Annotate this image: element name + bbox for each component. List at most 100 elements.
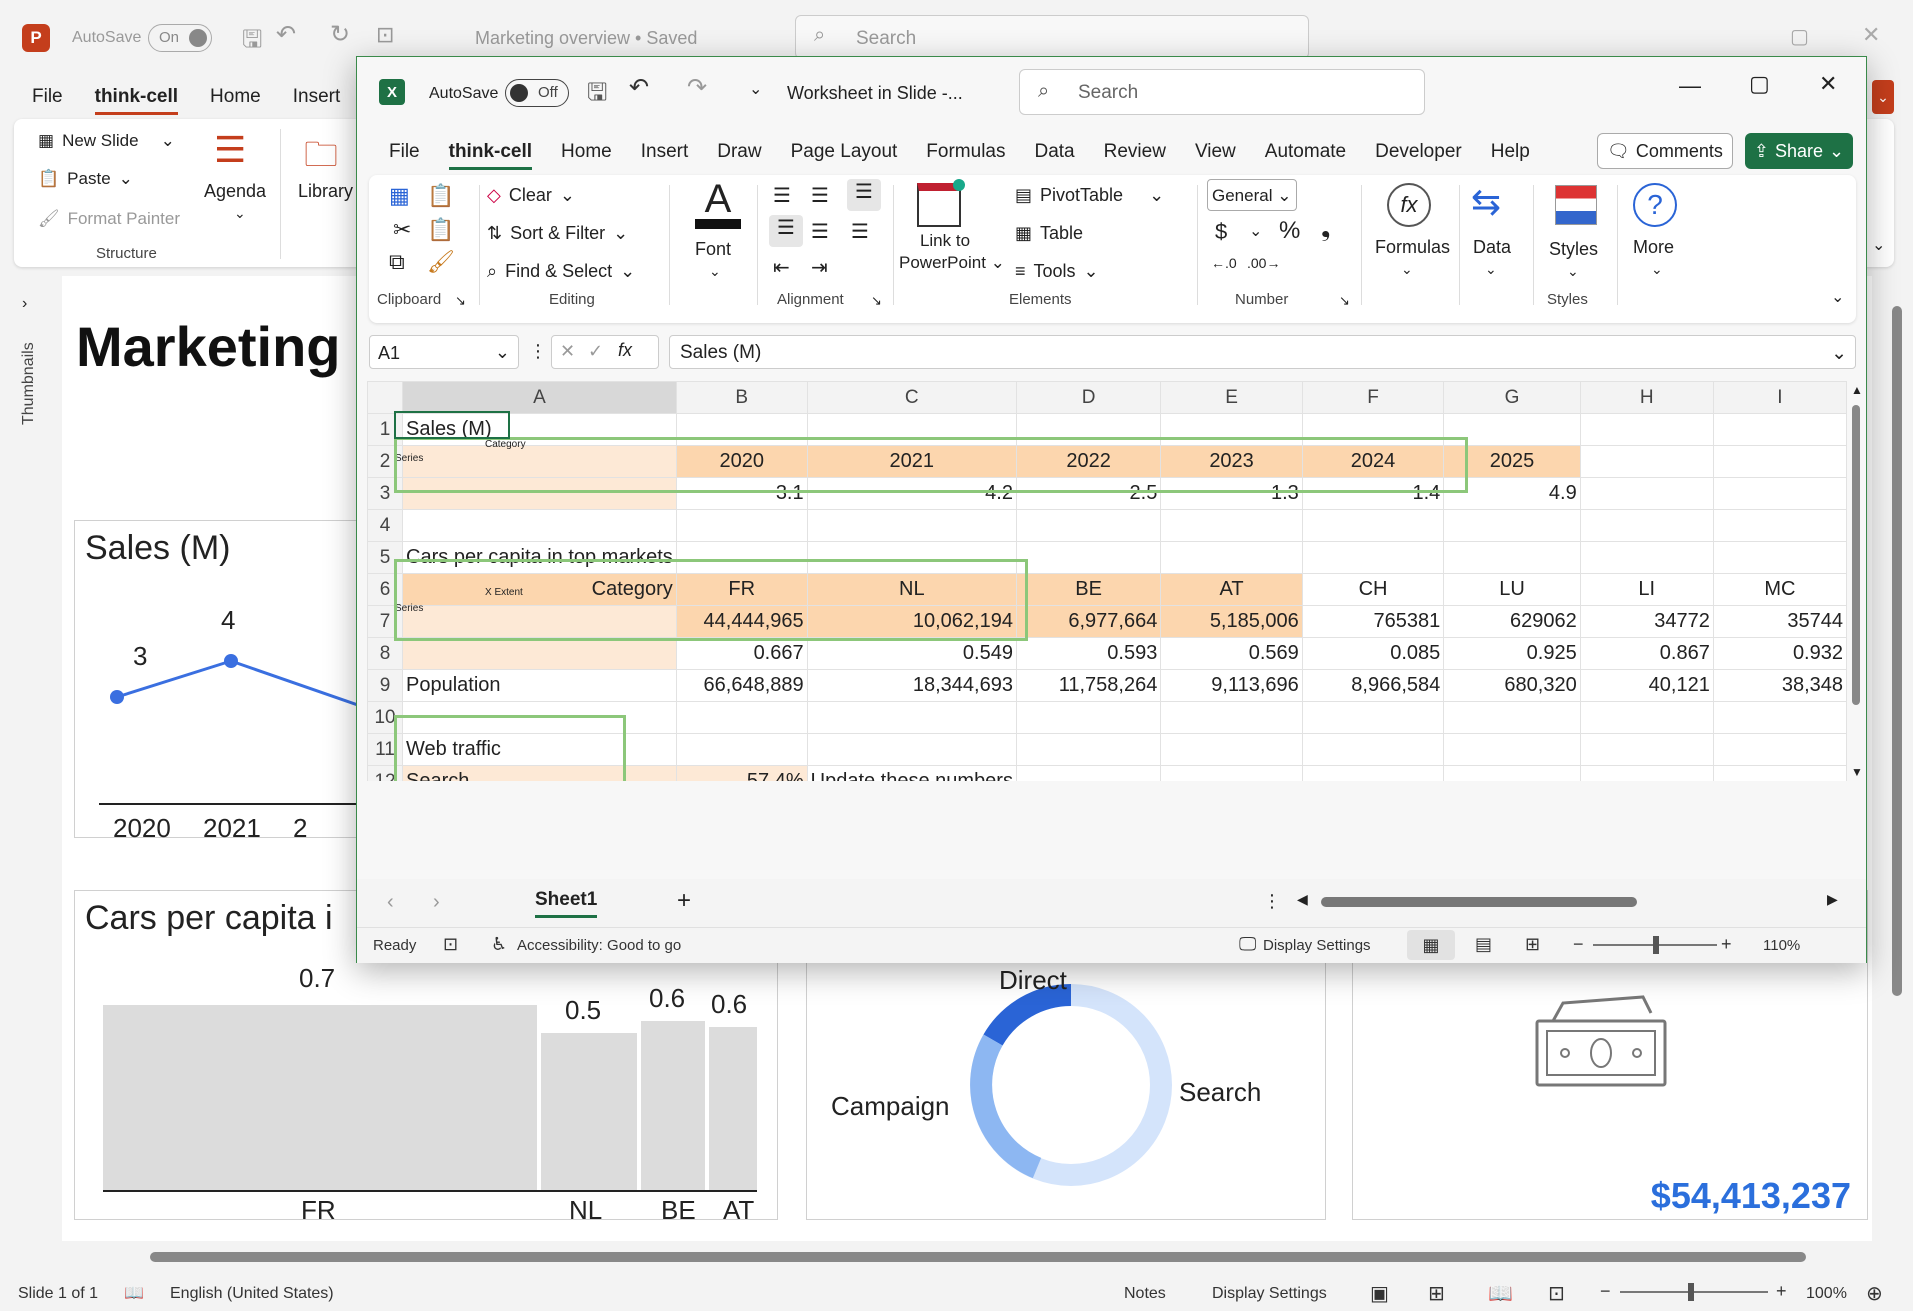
sheet-bar-more-icon[interactable]: ⋮	[1263, 891, 1281, 912]
cell-i12[interactable]	[1712, 765, 1847, 781]
format-painter-button[interactable]: 🖌 Format Painter	[38, 209, 180, 229]
cell-d4[interactable]	[1015, 509, 1162, 542]
cell-g9[interactable]: 680,320	[1443, 669, 1581, 702]
normal-view-icon[interactable]: ▣	[1370, 1281, 1389, 1306]
xl-tab-data[interactable]: Data	[1034, 141, 1074, 170]
ppt-vertical-scrollbar[interactable]	[1888, 276, 1910, 1236]
increase-indent-icon[interactable]: ⇥	[811, 255, 828, 280]
slide-title[interactable]: Marketing	[76, 314, 341, 379]
xl-tab-home[interactable]: Home	[561, 141, 612, 170]
cell-f11[interactable]	[1301, 733, 1445, 766]
cell-f4[interactable]	[1301, 509, 1445, 542]
cell-b4[interactable]	[675, 509, 808, 542]
ppt-horizontal-scrollbar[interactable]	[70, 1248, 1880, 1268]
cut-icon[interactable]: ✂	[393, 217, 411, 243]
cell-c5[interactable]	[806, 541, 1017, 574]
align-center-icon[interactable]: ☰	[811, 219, 829, 244]
excel-display-settings-button[interactable]: Display Settings	[1263, 937, 1371, 954]
link-powerpoint-button[interactable]: PowerPoint ⌄	[899, 253, 1005, 273]
cell-g7[interactable]: 629062	[1443, 605, 1581, 638]
cell-h9[interactable]: 40,121	[1579, 669, 1714, 702]
excel-close-icon[interactable]: ✕	[1819, 71, 1837, 97]
xl-tab-insert[interactable]: Insert	[641, 141, 689, 170]
row-header[interactable]: 1	[367, 413, 404, 446]
cell-b7[interactable]: 44,444,965	[675, 605, 808, 638]
cell-h5[interactable]	[1579, 541, 1714, 574]
restore-icon[interactable]: ▢	[1790, 24, 1809, 49]
reading-view-icon[interactable]: 📖	[1488, 1281, 1513, 1306]
column-header-e[interactable]: E	[1160, 381, 1303, 414]
row-header[interactable]: 3	[367, 477, 404, 510]
cell-c1[interactable]	[806, 413, 1017, 446]
cell-f6[interactable]: CH	[1301, 573, 1445, 606]
xl-tab-help[interactable]: Help	[1491, 141, 1530, 170]
macro-record-icon[interactable]: ⊡	[443, 934, 458, 955]
tab-file[interactable]: File	[32, 86, 63, 115]
xl-tab-review[interactable]: Review	[1104, 141, 1166, 170]
excel-zoom-slider-thumb[interactable]	[1653, 936, 1659, 954]
cell-b1[interactable]	[675, 413, 808, 446]
cell-e7[interactable]: 5,185,006	[1160, 605, 1303, 638]
cell-a12[interactable]: Search	[402, 765, 677, 781]
cell-i9[interactable]: 38,348	[1712, 669, 1847, 702]
decrease-indent-icon[interactable]: ⇤	[773, 255, 790, 280]
cell-b9[interactable]: 66,648,889	[675, 669, 808, 702]
cell-d8[interactable]: 0.593	[1015, 637, 1162, 670]
cell-e1[interactable]	[1160, 413, 1303, 446]
cell-f5[interactable]	[1301, 541, 1445, 574]
cell-d12[interactable]	[1015, 765, 1162, 781]
cell-b11[interactable]	[675, 733, 808, 766]
thumbnails-label[interactable]: Thumbnails	[20, 342, 38, 425]
cell-h7[interactable]: 34772	[1579, 605, 1714, 638]
language-indicator[interactable]: English (United States)	[170, 1285, 334, 1303]
autosave-toggle[interactable]: On	[148, 24, 212, 52]
cell-d9[interactable]: 11,758,264	[1015, 669, 1162, 702]
percent-icon[interactable]: %	[1279, 217, 1300, 245]
cell-a10[interactable]	[402, 701, 677, 734]
accessibility-status[interactable]: Accessibility: Good to go	[517, 937, 681, 954]
excel-hscroll-thumb[interactable]	[1321, 897, 1637, 907]
formula-input[interactable]: Sales (M) ⌄	[669, 335, 1856, 369]
hscroll-left-icon[interactable]: ◀	[1297, 891, 1308, 908]
cell-f12[interactable]	[1301, 765, 1445, 781]
comma-style-icon[interactable]: ❟	[1321, 215, 1330, 243]
agenda-button[interactable]: Agenda	[204, 181, 266, 202]
currency-dropdown-icon[interactable]: ⌄	[1249, 221, 1262, 241]
cell-d1[interactable]	[1015, 413, 1162, 446]
row-header[interactable]: 4	[367, 509, 404, 542]
column-header-i[interactable]: I	[1712, 381, 1847, 414]
cell-h8[interactable]: 0.867	[1579, 637, 1714, 670]
cell-h4[interactable]	[1579, 509, 1714, 542]
undo-icon[interactable]: ↶	[276, 20, 296, 49]
comments-button[interactable]: 🗨 Comments	[1597, 133, 1733, 169]
cell-g11[interactable]	[1443, 733, 1581, 766]
cell-a11[interactable]: Web traffic	[402, 733, 677, 766]
cell-b6[interactable]: FR	[675, 573, 808, 606]
styles-dropdown-icon[interactable]: ⌄	[1567, 263, 1579, 280]
redo-icon[interactable]: ↻	[330, 20, 350, 49]
slide-sorter-icon[interactable]: ⊞	[1428, 1281, 1445, 1306]
paste-button[interactable]: 📋 Paste ⌄	[38, 169, 133, 189]
clear-button[interactable]: ◇ Clear ⌄	[487, 185, 575, 206]
excel-zoom-level[interactable]: 110%	[1763, 937, 1800, 954]
excel-vscroll-thumb[interactable]	[1852, 405, 1860, 705]
ppt-zoom-level[interactable]: 100%	[1806, 1285, 1847, 1303]
align-middle-icon[interactable]: ☰	[811, 183, 829, 208]
ppt-display-settings-button[interactable]: Display Settings	[1212, 1285, 1327, 1303]
save-icon[interactable]: 🖫	[242, 22, 262, 63]
cell-h3[interactable]	[1579, 477, 1714, 510]
cell-c6[interactable]: NL	[806, 573, 1017, 606]
cell-i10[interactable]	[1712, 701, 1847, 734]
cell-d6[interactable]: BE	[1015, 573, 1162, 606]
column-header-h[interactable]: H	[1579, 381, 1714, 414]
cell-d2[interactable]: 2022	[1015, 445, 1162, 478]
cell-i8[interactable]: 0.932	[1712, 637, 1847, 670]
align-top-icon[interactable]: ☰	[773, 183, 791, 208]
cell-g4[interactable]	[1443, 509, 1581, 542]
tab-insert[interactable]: Insert	[293, 86, 341, 115]
cell-e2[interactable]: 2023	[1160, 445, 1303, 478]
cell-e9[interactable]: 9,113,696	[1160, 669, 1303, 702]
excel-search-input[interactable]: ⌕ Search	[1019, 69, 1425, 115]
cell-d5[interactable]	[1015, 541, 1162, 574]
cell-f8[interactable]: 0.085	[1301, 637, 1445, 670]
